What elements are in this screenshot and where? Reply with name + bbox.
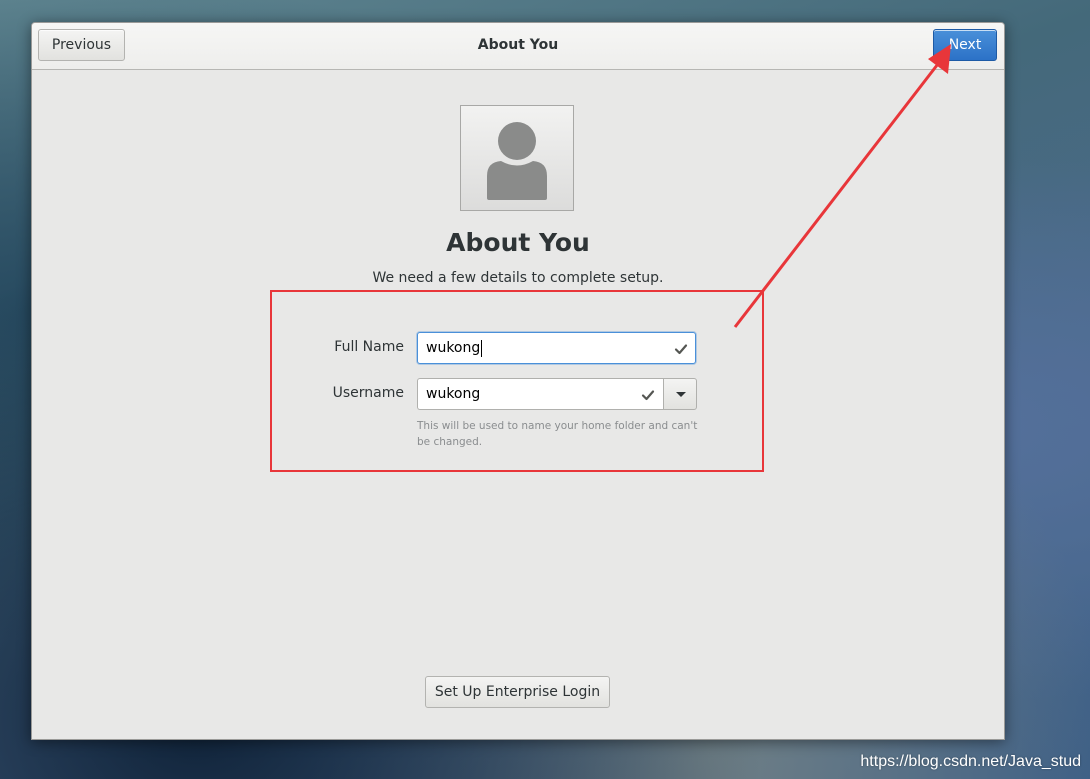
page-subtitle: We need a few details to complete setup. — [372, 270, 664, 286]
next-button[interactable]: Next — [933, 29, 997, 61]
window-title: About You — [477, 37, 559, 53]
annotation-highlight-box — [270, 290, 764, 472]
user-avatar-icon — [487, 122, 547, 200]
avatar-button[interactable] — [460, 105, 574, 211]
header-bar: Previous About You Next — [32, 23, 1004, 70]
watermark-text: https://blog.csdn.net/Java_stud — [860, 753, 1081, 770]
enterprise-login-button[interactable]: Set Up Enterprise Login — [425, 676, 610, 708]
page-title: About You — [446, 228, 590, 257]
